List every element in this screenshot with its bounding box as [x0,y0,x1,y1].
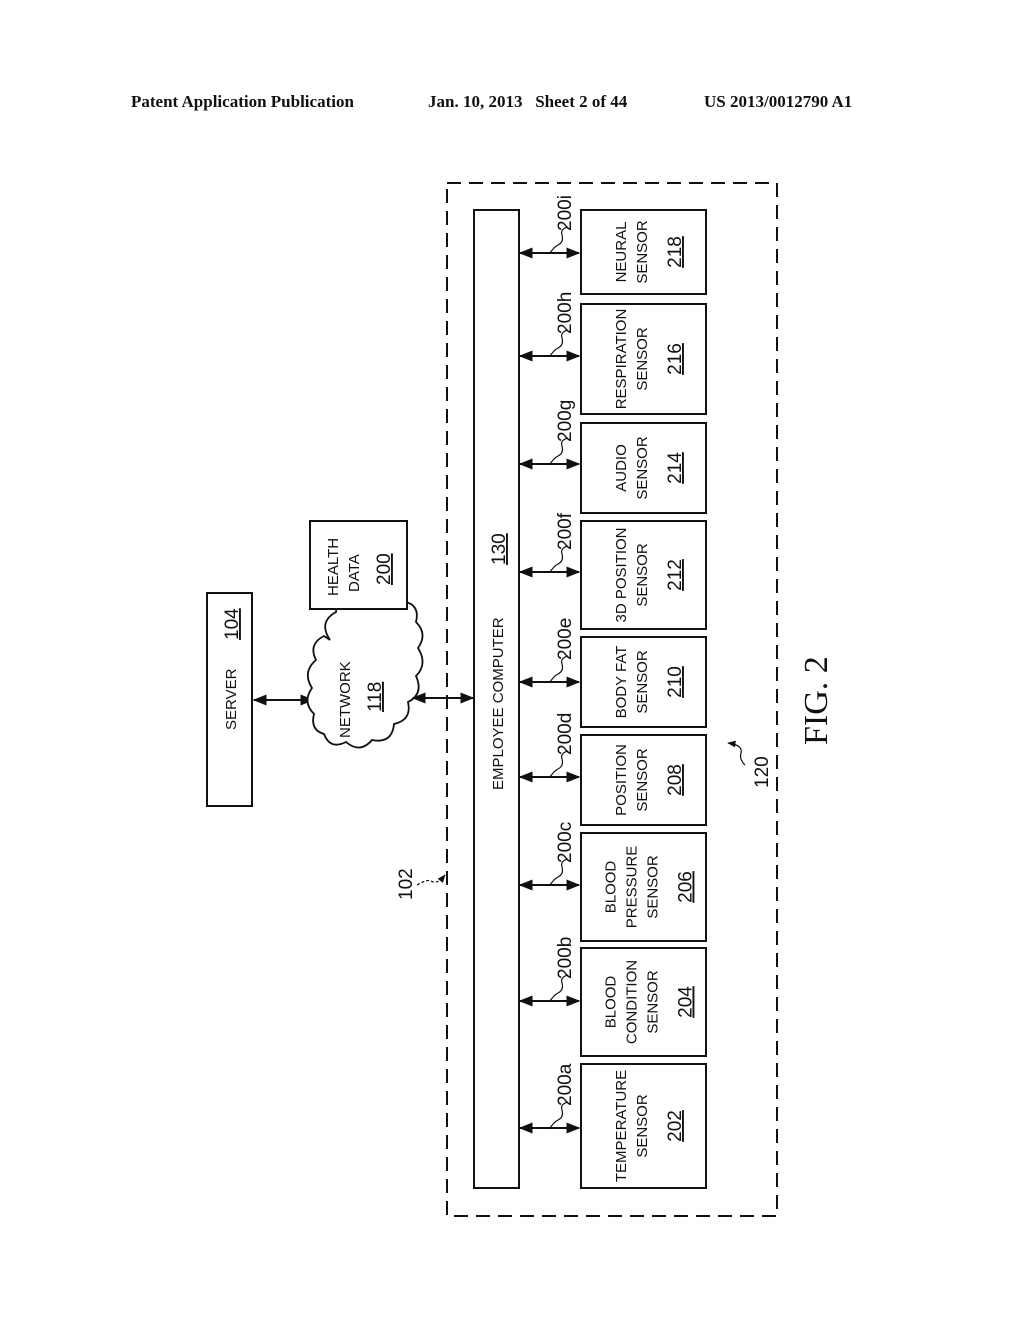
sensor-label-line: SENSOR [634,327,651,391]
system-ref-102: 102 [396,868,417,900]
link-label-200d: 200d [555,713,576,755]
sensor-label-line: SENSOR [634,748,651,812]
sensor-label-line: NEURAL [613,222,630,283]
sensor-204[interactable]: BLOOD CONDITION SENSOR 204 [580,947,707,1057]
sensor-label-line: AUDIO [613,444,630,492]
sensor-ref: 202 [665,1110,686,1142]
health-data-box[interactable]: HEALTH DATA 200 [309,520,408,610]
sensor-list: TEMPERATURE SENSOR 202200aBLOOD CONDITION SE… [518,195,707,1189]
sensor-208[interactable]: POSITION SENSOR 208 [580,734,707,826]
sensor-label-line: SENSOR [634,220,651,284]
network-ref: 118 [365,682,386,712]
sensor-ref: 206 [676,871,697,903]
sensor-214[interactable]: AUDIO SENSOR 214 [580,422,707,514]
sensor-ref: 218 [665,236,686,268]
sensor-label-line: SENSOR [634,436,651,500]
sensor-216[interactable]: RESPIRATION SENSOR 216 [580,303,707,415]
employee-computer-ref: 130 [489,533,510,565]
sensor-label-line: SENSOR [634,650,651,714]
network-cloud[interactable]: NETWORK 118 [306,588,424,749]
server-ref: 104 [222,608,243,640]
server-box[interactable]: SERVER 104 [206,592,253,807]
sensor-ref: 210 [665,666,686,698]
sensor-label-line: SENSOR [634,1094,651,1158]
sensor-group-ref-leader [727,740,746,766]
sensor-label-line: SENSOR [645,855,662,919]
sensor-label-line: PRESSURE [624,846,641,929]
employee-computer-label: EMPLOYEE COMPUTER [490,617,507,790]
server-label: SERVER [223,668,240,730]
link-label-200f: 200f [555,512,576,550]
link-label-200h: 200h [555,292,576,334]
sensor-label-line: CONDITION [624,960,641,1044]
sensor-label-line: TEMPERATURE [613,1070,630,1182]
sensor-label-line: BODY FAT [613,646,630,719]
link-label-200c: 200c [555,822,576,863]
sensor-206[interactable]: BLOOD PRESSURE SENSOR 206 [580,832,707,942]
sensor-label-line: SENSOR [645,970,662,1034]
sensor-ref: 214 [665,452,686,484]
sensor-ref: 216 [665,343,686,375]
sensor-202[interactable]: TEMPERATURE SENSOR 202 [580,1063,707,1189]
sensor-212[interactable]: 3D POSITION SENSOR 212 [580,520,707,630]
sensor-ref: 204 [676,986,697,1018]
sensor-label-line: BLOOD [603,976,620,1029]
health-data-line2: DATA [346,554,363,592]
employee-computer-box[interactable]: EMPLOYEE COMPUTER 130 [473,209,520,1189]
sensor-label-line: SENSOR [634,543,651,607]
fig2-diagram: SERVER 104 NETWORK 118 HEALTH DATA 200 E… [206,182,835,1217]
link-label-200a: 200a [555,1063,576,1106]
link-label-200g: 200g [555,400,576,442]
health-data-line1: HEALTH [325,538,342,596]
sensor-group-ref-120: 120 [752,756,773,788]
sensor-label-line: BLOOD [603,861,620,914]
link-label-200i: 200i [555,195,576,231]
system-ref-leader [416,874,446,886]
sensor-label-line: POSITION [613,744,630,816]
link-label-200b: 200b [555,937,576,979]
figure-label: FIG. 2 [798,656,835,745]
sensor-label-line: RESPIRATION [613,309,630,410]
sensor-218[interactable]: NEURAL SENSOR 218 [580,209,707,295]
health-data-ref: 200 [374,553,395,585]
sensor-ref: 212 [665,559,686,591]
sensor-label-line: 3D POSITION [613,527,630,622]
network-label: NETWORK [337,661,354,738]
sensor-ref: 208 [665,764,686,796]
sensor-210[interactable]: BODY FAT SENSOR 210 [580,636,707,728]
link-label-200e: 200e [555,618,576,660]
